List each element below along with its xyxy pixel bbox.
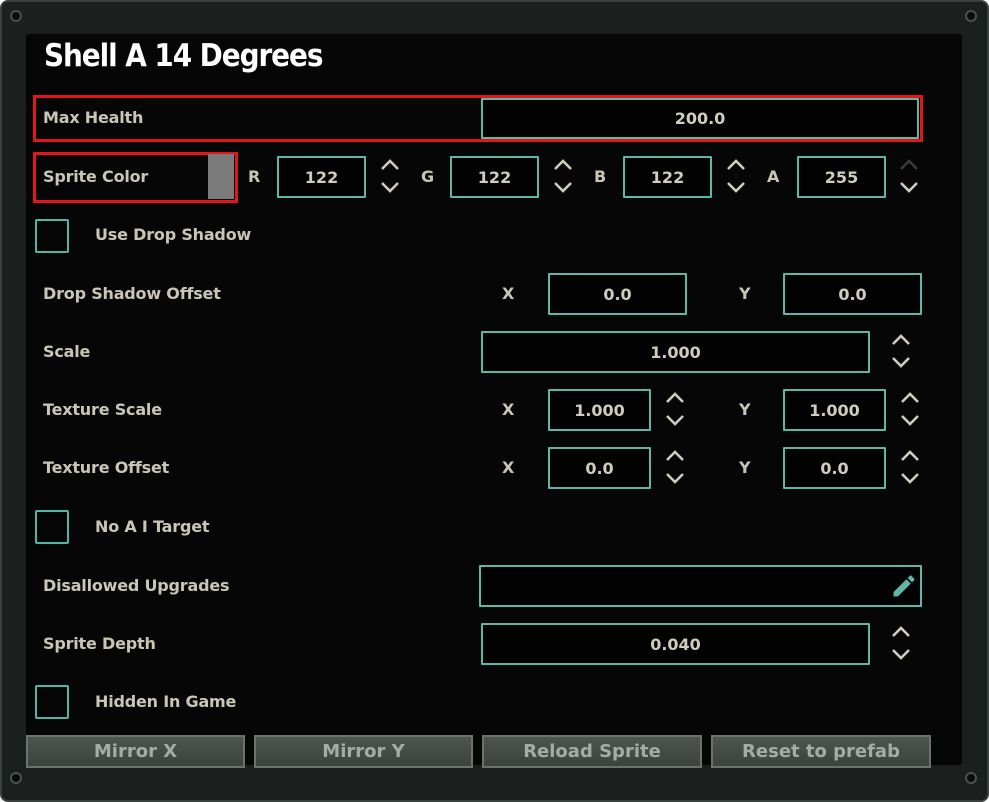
drop-shadow-offset-x-label: X (502, 284, 515, 303)
chevron-down-icon[interactable] (899, 411, 921, 429)
chevron-up-icon[interactable] (890, 331, 912, 349)
texture-offset-y-label: Y (739, 458, 751, 477)
sprite-depth-input[interactable]: 0.040 (481, 623, 870, 665)
texture-scale-y-input[interactable]: 1.000 (783, 389, 886, 431)
a-channel-input[interactable]: 255 (797, 156, 886, 198)
use-drop-shadow-checkbox[interactable] (35, 219, 69, 253)
texture-offset-y-stepper[interactable] (899, 447, 921, 489)
max-health-input[interactable]: 200.0 (481, 98, 919, 139)
texture-offset-x-stepper[interactable] (664, 447, 686, 489)
texture-offset-x-label: X (502, 458, 515, 477)
use-drop-shadow-label: Use Drop Shadow (95, 225, 252, 244)
texture-scale-x-stepper[interactable] (664, 389, 686, 431)
disallowed-upgrades-label: Disallowed Upgrades (43, 576, 230, 595)
panel-title: Shell A 14 Degrees (44, 38, 323, 74)
sprite-depth-label: Sprite Depth (43, 634, 156, 653)
scale-label: Scale (43, 342, 91, 361)
b-channel-input[interactable]: 122 (623, 156, 712, 198)
drop-shadow-offset-y-input[interactable]: 0.0 (783, 273, 922, 315)
pencil-edit-icon[interactable] (890, 572, 918, 600)
g-channel-input[interactable]: 122 (450, 156, 539, 198)
max-health-label: Max Health (43, 108, 144, 127)
chevron-down-icon[interactable] (898, 178, 920, 196)
mirror-x-button[interactable]: Mirror X (26, 735, 245, 768)
chevron-up-icon[interactable] (725, 156, 747, 174)
chevron-up-icon[interactable] (890, 623, 912, 641)
sprite-color-label: Sprite Color (43, 167, 149, 186)
drop-shadow-offset-y-label: Y (739, 284, 751, 303)
chevron-down-icon[interactable] (664, 411, 686, 429)
texture-scale-x-label: X (502, 400, 515, 419)
chevron-down-icon[interactable] (552, 178, 574, 196)
chevron-up-icon[interactable] (898, 156, 920, 174)
reset-to-prefab-button[interactable]: Reset to prefab (711, 735, 931, 768)
chevron-up-icon[interactable] (664, 447, 686, 465)
b-channel-stepper[interactable] (725, 156, 747, 198)
scale-input[interactable]: 1.000 (481, 331, 870, 373)
drop-shadow-offset-x-input[interactable]: 0.0 (548, 273, 687, 315)
screw-icon (965, 772, 977, 784)
a-channel-label: A (767, 167, 780, 186)
screw-icon (10, 772, 22, 784)
g-channel-label: G (421, 167, 435, 186)
chevron-up-icon[interactable] (899, 447, 921, 465)
texture-offset-label: Texture Offset (43, 458, 170, 477)
chevron-up-icon[interactable] (664, 389, 686, 407)
texture-offset-y-input[interactable]: 0.0 (783, 447, 886, 489)
chevron-up-icon[interactable] (899, 389, 921, 407)
screw-icon (10, 10, 22, 22)
texture-offset-x-input[interactable]: 0.0 (548, 447, 651, 489)
disallowed-upgrades-field[interactable] (479, 565, 922, 607)
screw-icon (965, 10, 977, 22)
scale-stepper[interactable] (890, 331, 912, 373)
drop-shadow-offset-label: Drop Shadow Offset (43, 284, 221, 303)
reload-sprite-button[interactable]: Reload Sprite (482, 735, 702, 768)
no-ai-target-label: No A I Target (95, 517, 210, 536)
r-channel-label: R (248, 167, 261, 186)
sprite-depth-stepper[interactable] (890, 623, 912, 665)
no-ai-target-checkbox[interactable] (35, 510, 69, 544)
sprite-color-swatch[interactable] (208, 154, 234, 199)
chevron-down-icon[interactable] (899, 469, 921, 487)
texture-scale-label: Texture Scale (43, 400, 162, 419)
hidden-in-game-label: Hidden In Game (95, 692, 237, 711)
chevron-up-icon[interactable] (552, 156, 574, 174)
texture-scale-y-stepper[interactable] (899, 389, 921, 431)
chevron-down-icon[interactable] (725, 178, 747, 196)
g-channel-stepper[interactable] (552, 156, 574, 198)
chevron-up-icon[interactable] (379, 156, 401, 174)
hidden-in-game-checkbox[interactable] (35, 685, 69, 719)
chevron-down-icon[interactable] (890, 353, 912, 371)
r-channel-stepper[interactable] (379, 156, 401, 198)
chevron-down-icon[interactable] (379, 178, 401, 196)
chevron-down-icon[interactable] (890, 645, 912, 663)
mirror-y-button[interactable]: Mirror Y (254, 735, 473, 768)
a-channel-stepper[interactable] (898, 156, 920, 198)
texture-scale-x-input[interactable]: 1.000 (548, 389, 651, 431)
b-channel-label: B (594, 167, 607, 186)
r-channel-input[interactable]: 122 (277, 156, 366, 198)
chevron-down-icon[interactable] (664, 469, 686, 487)
texture-scale-y-label: Y (739, 400, 751, 419)
